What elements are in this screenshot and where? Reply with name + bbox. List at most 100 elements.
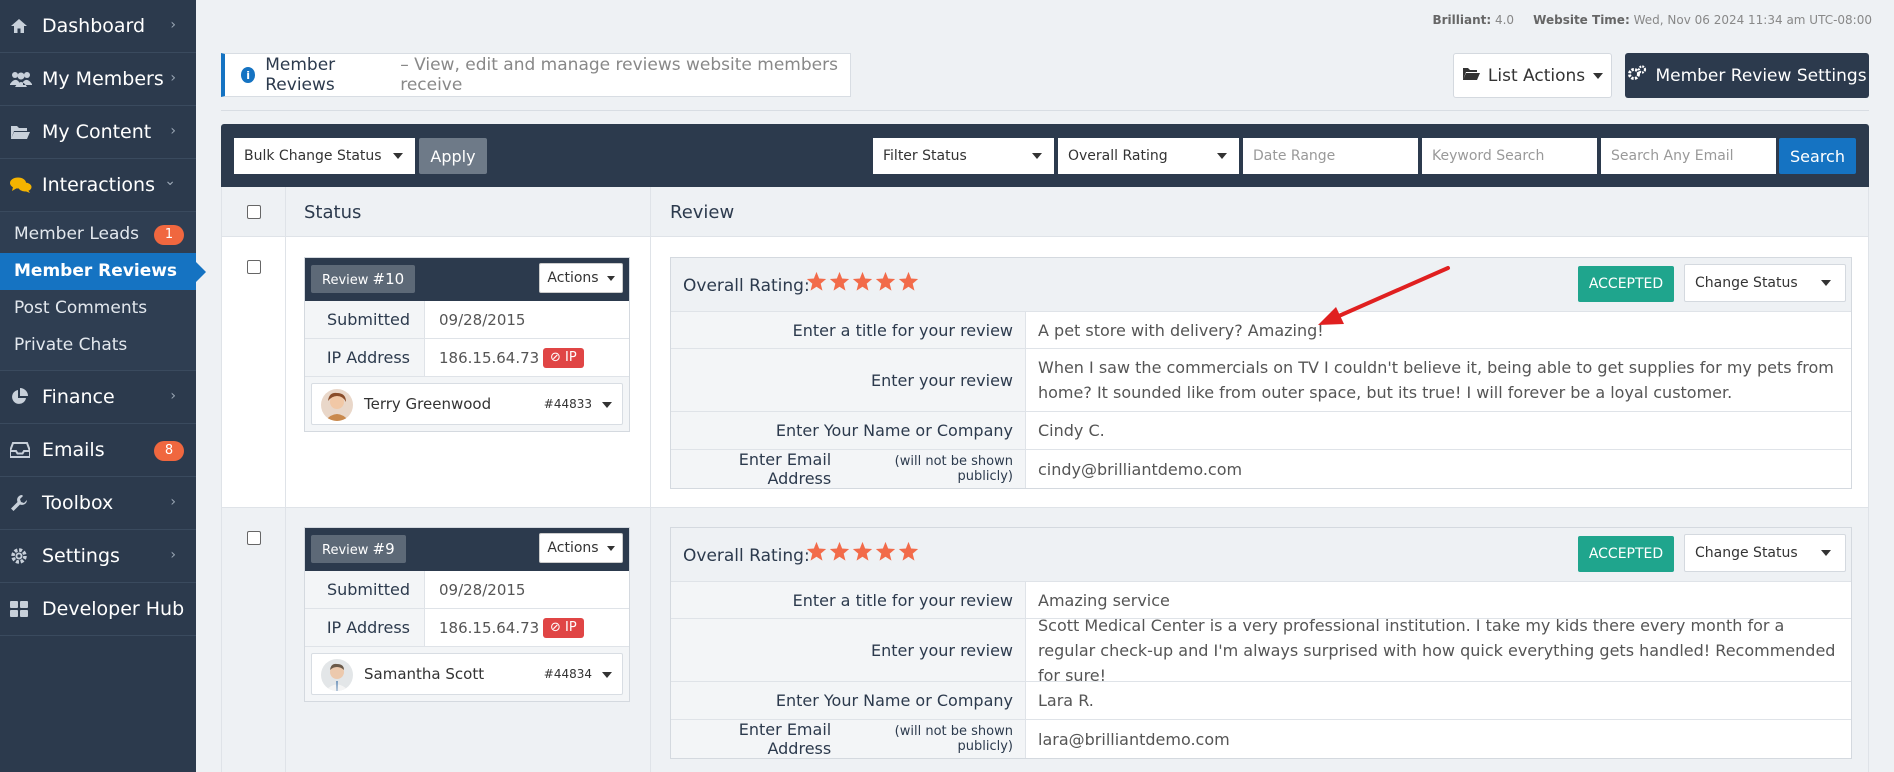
- time-value: Wed, Nov 06 2024 11:34 am UTC-08:00: [1633, 13, 1872, 27]
- sidebar-item-label: Member Leads: [14, 224, 140, 244]
- status-card-header: Review #10 Actions: [305, 258, 629, 301]
- comments-icon: [10, 177, 42, 194]
- review-field-row: Enter a title for your review A pet stor…: [671, 312, 1851, 349]
- sidebar-item-my-members[interactable]: My Members ›: [0, 53, 196, 106]
- star-icon: [852, 271, 873, 291]
- member-selector[interactable]: Samantha Scott #44834: [311, 653, 623, 695]
- avatar: [321, 659, 353, 691]
- column-divider: [285, 187, 286, 772]
- reviewer-name: Lara R.: [1038, 691, 1094, 710]
- submitted-label: Submitted: [305, 571, 425, 608]
- change-status-select[interactable]: Change Status: [1684, 534, 1846, 572]
- sidebar-item-finance[interactable]: Finance ›: [0, 371, 196, 424]
- sidebar-item-label: Dashboard: [42, 15, 146, 37]
- ip-ban-badge[interactable]: ⊘ IP: [543, 348, 584, 368]
- review-number: #10: [372, 270, 405, 288]
- star-icon: [852, 541, 873, 561]
- sidebar-item-private-chats[interactable]: Private Chats: [0, 327, 196, 364]
- overall-rating-select[interactable]: Overall Rating: [1058, 138, 1239, 174]
- star-icon: [898, 271, 919, 291]
- row-separator: [222, 507, 1868, 508]
- review-number-badge: Review #10: [311, 265, 416, 293]
- sidebar-item-member-reviews[interactable]: Member Reviews: [0, 253, 206, 290]
- submitted-date: 09/28/2015: [439, 581, 526, 599]
- review-panel: Overall Rating: ACCEPTED Change Status E…: [670, 257, 1852, 489]
- row-checkbox[interactable]: [247, 531, 261, 545]
- caret-down-icon: [393, 153, 403, 159]
- sidebar-item-toolbox[interactable]: Toolbox ›: [0, 477, 196, 530]
- select-all-checkbox[interactable]: [247, 205, 261, 219]
- email-label: Enter Email Address: [738, 720, 832, 758]
- sidebar-item-dashboard[interactable]: Dashboard ›: [0, 0, 196, 53]
- review-field-row: Enter Email Address (will not be shown pu…: [671, 720, 1851, 758]
- date-range-input[interactable]: Date Range: [1243, 138, 1418, 174]
- star-icon: [829, 541, 850, 561]
- sidebar-item-settings[interactable]: Settings ›: [0, 530, 196, 583]
- actions-button[interactable]: Actions: [539, 263, 623, 293]
- list-actions-button[interactable]: List Actions: [1453, 53, 1612, 98]
- sidebar-item-label: Toolbox: [42, 492, 114, 514]
- caret-down-icon: [602, 402, 612, 408]
- member-name: Terry Greenwood: [364, 395, 492, 413]
- caret-down-icon: [1821, 280, 1831, 286]
- sidebar-item-emails[interactable]: Emails 8: [0, 424, 196, 477]
- site-info: Brilliant: 4.0 Website Time: Wed, Nov 06…: [1432, 13, 1872, 27]
- sidebar-item-label: My Content: [42, 121, 152, 143]
- caret-down-icon: [1593, 72, 1604, 79]
- review-number: #9: [372, 540, 395, 558]
- member-name: Samantha Scott: [364, 665, 485, 683]
- version-value: 4.0: [1494, 13, 1515, 27]
- search-button[interactable]: Search: [1779, 138, 1856, 174]
- star-rating: [806, 541, 919, 562]
- sidebar-item-post-comments[interactable]: Post Comments: [0, 290, 196, 327]
- pie-chart-icon: [10, 388, 42, 406]
- review-field-row: Enter your review Scott Medical Center i…: [671, 615, 1851, 685]
- review-text: Scott Medical Center is a very professio…: [1038, 615, 1836, 685]
- star-icon: [806, 271, 827, 291]
- sidebar-item-developer-hub[interactable]: Developer Hub: [0, 583, 196, 636]
- review-field-row: Enter Email Address (will not be shown pu…: [671, 450, 1851, 488]
- version-label: Brilliant:: [1432, 13, 1492, 27]
- select-value: Bulk Change Status: [244, 148, 382, 164]
- ip-ban-badge[interactable]: ⊘ IP: [543, 618, 584, 638]
- ip-row: IP Address 186.15.64.73 ⊘ IP: [305, 339, 629, 377]
- change-status-select[interactable]: Change Status: [1684, 264, 1846, 302]
- review-field-row: Enter your review When I saw the commerc…: [671, 349, 1851, 412]
- select-value: Overall Rating: [1068, 148, 1168, 164]
- email-search-input[interactable]: Search Any Email: [1601, 138, 1776, 174]
- sidebar-item-member-leads[interactable]: Member Leads 1: [0, 216, 196, 253]
- home-icon: [10, 18, 42, 34]
- gear-icon: [10, 547, 42, 565]
- chevron-right-icon: ›: [170, 17, 176, 33]
- review-word: Review: [322, 543, 369, 558]
- ip-value: 186.15.64.73: [439, 349, 540, 367]
- member-selector[interactable]: Terry Greenwood #44833: [311, 383, 623, 425]
- page-title: Member Reviews: [265, 55, 336, 95]
- ip-label: IP Address: [305, 339, 425, 376]
- sidebar-item-label: My Members: [42, 68, 164, 90]
- sidebar-item-label: Post Comments: [14, 298, 148, 318]
- sidebar-item-label: Interactions: [42, 174, 155, 196]
- chevron-right-icon: ›: [170, 70, 176, 86]
- filter-status-select[interactable]: Filter Status: [873, 138, 1054, 174]
- row-checkbox[interactable]: [247, 260, 261, 274]
- keyword-search-input[interactable]: Keyword Search: [1422, 138, 1597, 174]
- status-badge: ACCEPTED: [1578, 266, 1674, 302]
- review-number-badge: Review #9: [311, 535, 406, 563]
- review-word: Review: [322, 273, 369, 288]
- apply-button[interactable]: Apply: [419, 138, 487, 174]
- caret-down-icon: [602, 672, 612, 678]
- member-review-settings-button[interactable]: Member Review Settings: [1625, 53, 1869, 98]
- bulk-change-status-select[interactable]: Bulk Change Status: [234, 138, 415, 174]
- count-badge: 8: [154, 441, 184, 461]
- field-label: Enter Your Name or Company: [671, 682, 1026, 719]
- caret-down-icon: [1821, 550, 1831, 556]
- reviewer-email: cindy@brilliantdemo.com: [1038, 459, 1243, 479]
- field-label: Enter Your Name or Company: [671, 412, 1026, 449]
- sidebar-item-my-content[interactable]: My Content ›: [0, 106, 196, 159]
- actions-button[interactable]: Actions: [539, 533, 623, 563]
- caret-down-icon: [606, 545, 615, 551]
- star-icon: [806, 541, 827, 561]
- sidebar-item-interactions[interactable]: Interactions ⌄: [0, 159, 196, 212]
- submitted-row: Submitted 09/28/2015: [305, 571, 629, 609]
